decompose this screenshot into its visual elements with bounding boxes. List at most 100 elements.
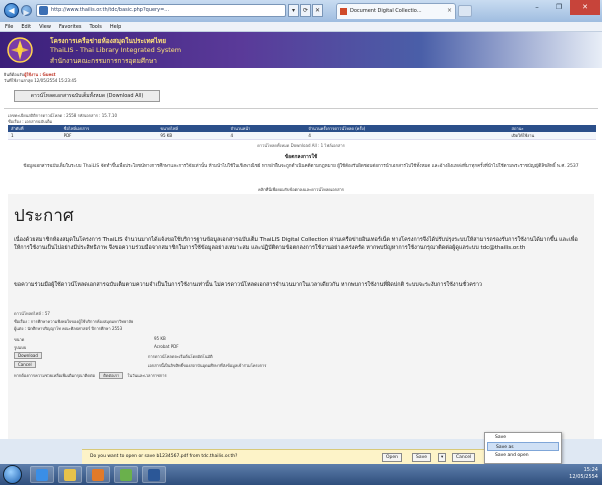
minimize-button[interactable]: – [526,0,548,15]
maximize-button[interactable]: ❐ [548,0,570,15]
table-cell-file-link[interactable]: PDF [60,132,158,140]
download-all-button[interactable]: ดาวน์โหลดเอกสารฉบับเต็มทั้งหมด (Download… [14,90,160,102]
taskbar-app-icon[interactable] [114,466,138,483]
dropdown-icon[interactable]: ▾ [288,4,299,17]
cancel-download-button[interactable]: Cancel [452,453,476,462]
taskbar-ie-icon[interactable] [30,466,54,483]
help-hours: ในวันและเวลาราชการ [127,373,167,378]
field-size-value: 95 KB [154,336,166,341]
system-tray-clock[interactable]: 15:24 12/05/2554 [569,467,598,481]
menu-item-save-as[interactable]: Save as [487,442,559,451]
announcement-paragraph-2: ขอความร่วมมือผู้ใช้ดาวน์โหลดเอกสารฉบับเต… [14,282,483,288]
divider [4,108,598,109]
address-text: http://www.thailis.or.th/tdc/basic.php?q… [51,7,170,13]
banner-line-3: สำนักงานคณะกรรมการการอุดมศึกษา [50,57,157,65]
user-welcome: ยินดีต้อนรับ [4,72,25,77]
download-button[interactable]: Download [14,352,42,359]
back-button[interactable]: ◀ [4,3,19,18]
back-arrow-icon: ◀ [8,6,15,15]
record-title: ชื่อเรื่อง : การศึกษาความพึงพอใจของผู้ใช… [14,319,134,324]
menu-item-save[interactable]: Save [485,433,561,442]
menu-item-save-and-open[interactable]: Save and open [485,451,561,460]
help-row: หากต้องการความช่วยเหลือเพิ่มเติมกรุณาติด… [14,372,590,379]
stop-icon[interactable]: ✕ [312,4,323,17]
banner-line-1: โครงการเครือข่ายห้องสมุดในประเทศไทย [50,37,167,45]
cancel-button[interactable]: Cancel [14,361,36,368]
banner-line-2: ThaiLIS - Thai Library Integrated System [50,46,182,54]
menu-file[interactable]: File [5,22,13,31]
save-options-menu: Save Save as Save and open [484,432,562,464]
table-cell: 95 KB [157,132,228,140]
column-header: ชื่อไฟล์เอกสาร [60,125,158,132]
tab-title: Document Digital Collectio... [350,8,422,14]
table-row: 1 PDF 95 KB 4 4 เปิดให้ใช้งาน [8,132,596,140]
menu-bar: File Edit View Favorites Tools Help [0,22,602,32]
thailis-logo-icon [7,37,33,63]
table-header-row: ลำดับที่ ชื่อไฟล์เอกสาร ขนาดไฟล์ จำนวนหน… [8,125,596,132]
table-cell: 4 [305,132,509,140]
user-last-login: วันที่ใช้งานล่าสุด 12/05/2554 15:23:45 [4,78,77,83]
save-button[interactable]: Save [412,453,432,462]
announcement-box: ประกาศ เนื่องด้วยสมาชิกห้องสมุดในโครงการ… [8,194,594,439]
field-format-value: Acrobat PDF [154,344,179,349]
menu-tools[interactable]: Tools [90,22,102,31]
terms-heading: ข้อตกลงการใช้ [284,154,318,160]
announcement-paragraph-1: เนื่องด้วยสมาชิกห้องสมุดในโครงการ ThaiLI… [14,237,578,251]
tab-close-icon[interactable]: × [447,7,452,14]
download-count: ดาวน์โหลดไฟล์ : 57 [14,311,50,316]
field-format-label: รูปแบบ [14,345,27,350]
field-size: ขนาด 95 KB [14,336,590,343]
save-dropdown-button[interactable]: ▾ [438,453,447,462]
user-info: ยินดีต้อนรับผู้ใช้งาน : Guest วันที่ใช้ง… [4,72,77,84]
table-cell: 1 [8,132,61,140]
download-notification-bar: Do you want to open or save b1234567.pdf… [82,449,498,464]
web-page: โครงการเครือข่ายห้องสมุดในประเทศไทย Thai… [0,32,602,439]
help-text: หากต้องการความช่วยเหลือเพิ่มเติมกรุณาติด… [14,373,96,378]
forward-button[interactable]: ▶ [21,5,32,17]
record-author: ผู้แต่ง : นักศึกษาปริญญาโท คณะศิลปศาสตร์… [14,326,123,331]
menu-help[interactable]: Help [110,22,121,31]
announcement-title: ประกาศ [14,206,74,226]
close-window-button[interactable]: ✕ [570,0,600,15]
column-header: จำนวนหน้า [227,125,306,132]
column-header: ขนาดไฟล์ [157,125,228,132]
start-button[interactable] [3,465,22,484]
taskbar-folder-icon[interactable] [58,466,82,483]
open-button[interactable]: Open [382,453,403,462]
refresh-icon[interactable]: ⟳ [300,4,311,17]
forward-arrow-icon: ▶ [23,8,30,17]
table-cell: 4 [227,132,306,140]
address-tools: ▾ ⟳ ✕ [288,4,323,17]
site-favicon-icon [39,6,48,15]
menu-edit[interactable]: Edit [21,22,31,31]
column-header: จำนวนครั้งการดาวน์โหลด (ครั้ง) [305,125,509,132]
site-banner: โครงการเครือข่ายห้องสมุดในประเทศไทย Thai… [0,32,602,68]
window-controls: – ❐ ✕ [526,0,600,15]
column-header: ลำดับที่ [8,125,61,132]
download-stats-table: ลำดับที่ ชื่อไฟล์เอกสาร ขนาดไฟล์ จำนวนหน… [8,125,596,140]
field-format: รูปแบบ Acrobat PDF [14,344,590,351]
field-size-label: ขนาด [14,337,25,342]
contact-button[interactable]: ติดต่อเรา [99,372,124,379]
column-header: สถานะ [508,125,596,132]
copyright-note: เอกสารนี้เป็นลิขสิทธิ์ของสถาบันอุดมศึกษา… [148,363,267,368]
browser-tab[interactable]: Document Digital Collectio... × [336,3,456,19]
menu-view[interactable]: View [39,22,51,31]
accept-terms-link[interactable]: คลิกที่นี่เพื่อยอมรับข้อตกลงและดาวน์โหลด… [0,186,602,193]
download-all-note: ดาวน์โหลดทั้งหมด Download All : 1 ไฟล์เอ… [257,143,345,148]
menu-favorites[interactable]: Favorites [59,22,82,31]
address-bar[interactable]: http://www.thailis.or.th/tdc/basic.php?q… [36,4,286,17]
auto-download-note: การดาวน์โหลดจะเริ่มต้นโดยอัตโนมัติ [148,354,213,359]
new-tab-button[interactable] [458,5,472,17]
taskbar: 15:24 12/05/2554 [0,464,602,485]
tray-time: 15:24 [583,467,598,473]
browser-titlebar: ◀ ▶ http://www.thailis.or.th/tdc/basic.p… [0,0,602,22]
user-name-link[interactable]: ผู้ใช้งาน : Guest [24,72,55,77]
table-cell: เปิดให้ใช้งาน [508,132,596,140]
tray-date: 12/05/2554 [569,474,598,480]
record-meta-2: ชื่อเรื่อง : เอกสารฉบับเต็ม [8,119,53,124]
download-message: Do you want to open or save b1234567.pdf… [90,454,238,459]
taskbar-word-icon[interactable] [142,466,166,483]
terms-paragraph: ข้อมูลเอกสารฉบับเต็มในระบบ ThaiLIS จัดทำ… [23,164,579,169]
taskbar-media-icon[interactable] [86,466,110,483]
